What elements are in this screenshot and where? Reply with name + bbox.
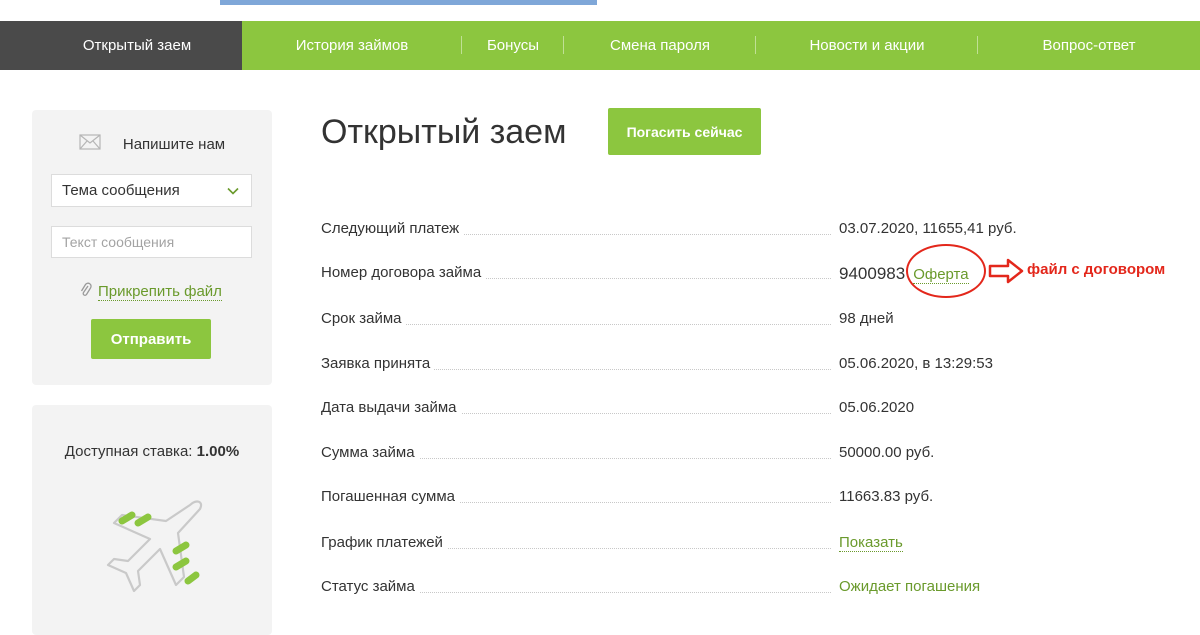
send-button[interactable]: Отправить — [91, 319, 211, 359]
show-schedule-link[interactable]: Показать — [839, 534, 903, 552]
nav-item-label: Новости и акции — [809, 37, 925, 54]
detail-row: График платежей Показать — [321, 532, 1021, 554]
envelope-icon — [79, 134, 101, 154]
rate-label: Доступная ставка: — [64, 443, 193, 460]
detail-label: Срок займа — [321, 310, 406, 327]
nav-item-label: Вопрос-ответ — [1042, 37, 1136, 54]
contact-panel: Напишите нам Тема сообщения Прикрепить ф… — [32, 110, 272, 385]
detail-row: Сумма займа 50000.00 руб. — [321, 442, 1021, 464]
detail-row: Статус займа Ожидает погашения — [321, 576, 1021, 598]
nav-item-open-loan[interactable]: Открытый заем — [0, 21, 242, 70]
nav-item-change-password[interactable]: Смена пароля — [564, 21, 756, 70]
contract-number: 9400983 — [839, 264, 906, 283]
detail-label: Сумма займа — [321, 444, 419, 461]
pay-now-button[interactable]: Погасить сейчас — [608, 108, 761, 155]
detail-value: 50000.00 руб. — [839, 444, 935, 461]
annotation-arrow-icon — [988, 258, 1024, 289]
detail-row: Срок займа 98 дней — [321, 308, 1021, 330]
chevron-down-icon — [227, 184, 239, 201]
topic-select-value: Тема сообщения — [62, 182, 180, 199]
detail-label: Номер договора займа — [321, 264, 486, 281]
detail-value: 05.06.2020 — [839, 399, 915, 416]
paperclip-icon — [80, 282, 92, 302]
detail-row: Следующий платеж 03.07.2020, 11655,41 ру… — [321, 218, 1021, 240]
detail-value: 98 дней — [839, 310, 894, 327]
detail-value: 03.07.2020, 11655,41 руб. — [839, 220, 1017, 237]
rate-value: 1.00% — [196, 443, 240, 460]
rate-panel: Доступная ставка: 1.00% — [32, 405, 272, 635]
nav-item-loan-history[interactable]: История займов — [242, 21, 462, 70]
nav-item-label: Открытый заем — [82, 37, 192, 54]
annotation-text: файл с договором — [1027, 261, 1166, 278]
detail-label: Погашенная сумма — [321, 488, 459, 505]
nav-item-news[interactable]: Новости и акции — [756, 21, 978, 70]
attach-file-label: Прикрепить файл — [98, 283, 222, 301]
top-banner-strip — [220, 0, 597, 5]
nav-item-faq[interactable]: Вопрос-ответ — [978, 21, 1200, 70]
contact-header: Напишите нам — [32, 134, 272, 154]
detail-label: График платежей — [321, 534, 447, 551]
detail-label: Заявка принята — [321, 355, 435, 372]
loan-status-value: Ожидает погашения — [839, 578, 981, 595]
nav-item-label: История займов — [295, 37, 409, 54]
annotation-circle — [906, 244, 986, 298]
detail-value: 11663.83 руб. — [839, 488, 934, 505]
nav-item-bonuses[interactable]: Бонусы — [462, 21, 564, 70]
detail-row: Погашенная сумма 11663.83 руб. — [321, 486, 1021, 508]
detail-label: Дата выдачи займа — [321, 399, 461, 416]
nav-item-label: Бонусы — [486, 37, 540, 54]
detail-row: Заявка принята 05.06.2020, в 13:29:53 — [321, 353, 1021, 375]
nav-item-label: Смена пароля — [610, 37, 710, 54]
contact-title: Напишите нам — [122, 135, 226, 153]
main-nav: Открытый заем История займов Бонусы Смен… — [0, 21, 1200, 70]
page-title: Открытый заем — [321, 113, 567, 151]
topic-select[interactable]: Тема сообщения — [51, 174, 252, 207]
attach-file-link[interactable]: Прикрепить файл — [80, 282, 222, 302]
message-input[interactable] — [51, 226, 252, 258]
detail-row: Дата выдачи займа 05.06.2020 — [321, 397, 1021, 419]
detail-label: Следующий платеж — [321, 220, 464, 237]
detail-value: 05.06.2020, в 13:29:53 — [839, 355, 993, 372]
airplane-icon — [92, 495, 212, 610]
available-rate: Доступная ставка: 1.00% — [32, 443, 272, 460]
detail-label: Статус займа — [321, 578, 419, 595]
